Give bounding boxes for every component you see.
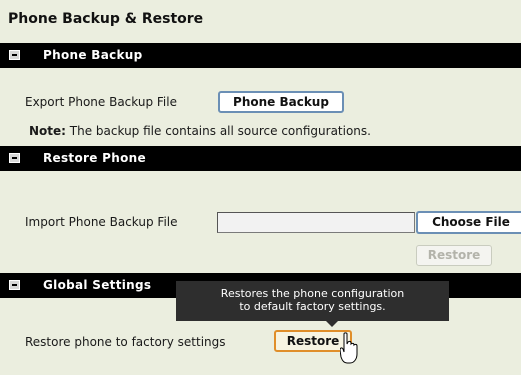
restore-button-disabled[interactable]: Restore bbox=[416, 245, 492, 266]
import-backup-label: Import Phone Backup File bbox=[25, 215, 178, 229]
collapse-icon[interactable] bbox=[9, 280, 20, 290]
section-title: Global Settings bbox=[43, 278, 152, 292]
factory-reset-label: Restore phone to factory settings bbox=[25, 335, 226, 349]
tooltip-line: Restores the phone configuration bbox=[220, 287, 405, 300]
note-text: The backup file contains all source conf… bbox=[69, 124, 371, 138]
hand-cursor-icon bbox=[340, 332, 358, 364]
export-backup-label: Export Phone Backup File bbox=[25, 95, 177, 109]
backup-note: Note: The backup file contains all sourc… bbox=[29, 124, 371, 138]
collapse-icon[interactable] bbox=[9, 153, 20, 163]
section-title: Phone Backup bbox=[43, 48, 143, 62]
collapse-icon[interactable] bbox=[9, 50, 20, 60]
factory-reset-tooltip: Restores the phone configuration to defa… bbox=[176, 281, 449, 327]
note-label: Note: bbox=[29, 124, 66, 138]
section-title: Restore Phone bbox=[43, 151, 146, 165]
section-header-restore-phone[interactable]: Restore Phone bbox=[0, 146, 521, 171]
page-title: Phone Backup & Restore bbox=[8, 11, 204, 27]
tooltip-line: to default factory settings. bbox=[239, 300, 386, 313]
backup-file-input[interactable] bbox=[217, 212, 415, 233]
phone-backup-button[interactable]: Phone Backup bbox=[218, 91, 344, 113]
choose-file-button[interactable]: Choose File bbox=[416, 211, 521, 234]
section-header-phone-backup[interactable]: Phone Backup bbox=[0, 43, 521, 68]
